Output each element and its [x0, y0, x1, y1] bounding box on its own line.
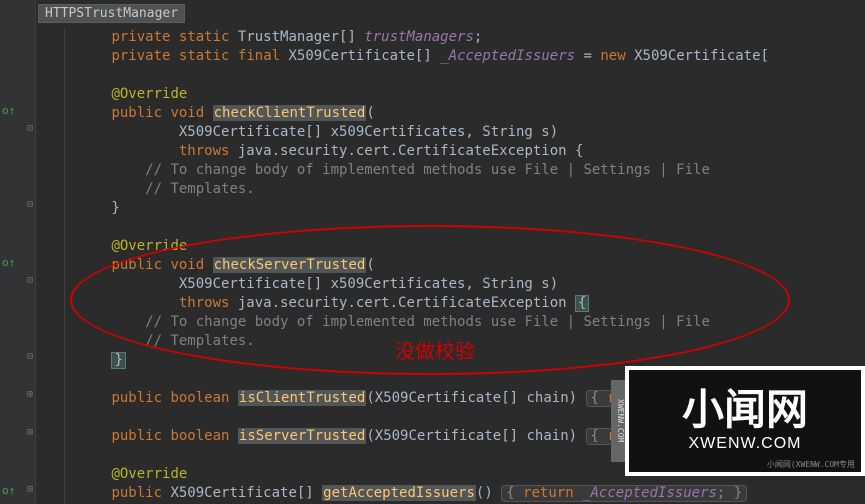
code-line[interactable]: [44, 370, 865, 389]
code-line[interactable]: @Override: [44, 85, 865, 104]
code-line[interactable]: // Templates.: [44, 332, 865, 351]
code-line[interactable]: public void checkServerTrusted(: [44, 256, 865, 275]
code-line[interactable]: // To change body of implemented methods…: [44, 161, 865, 180]
code-line[interactable]: [44, 408, 865, 427]
code-line[interactable]: throws java.security.cert.CertificateExc…: [44, 142, 865, 161]
code-line[interactable]: public boolean isServerTrusted(X509Certi…: [44, 427, 865, 446]
code-line[interactable]: X509Certificate[] x509Certificates, Stri…: [44, 123, 865, 142]
code-line[interactable]: private static TrustManager[] trustManag…: [44, 28, 865, 47]
code-line[interactable]: [44, 66, 865, 85]
collapse-icon[interactable]: ⊟: [27, 199, 33, 210]
code-line[interactable]: @Override: [44, 237, 865, 256]
expand-icon[interactable]: ⊞: [27, 427, 33, 438]
code-line[interactable]: }: [44, 351, 865, 370]
breadcrumb[interactable]: HTTPSTrustManager: [38, 4, 185, 23]
code-area[interactable]: private static TrustManager[] trustManag…: [36, 0, 865, 504]
editor-container: o↑ o↑ o↑ ⊟ ⊟ ⊟ ⊟ ⊞ ⊞ ⊞ private static TrustManage…: [0, 0, 865, 504]
code-line[interactable]: @Override: [44, 465, 865, 484]
code-line[interactable]: X509Certificate[] x509Certificates, Stri…: [44, 275, 865, 294]
override-marker-icon[interactable]: o↑: [2, 104, 15, 117]
override-marker-icon[interactable]: o↑: [2, 484, 15, 497]
collapse-icon[interactable]: ⊟: [27, 351, 33, 362]
override-marker-icon[interactable]: o↑: [2, 256, 15, 269]
code-line[interactable]: public X509Certificate[] getAcceptedIssu…: [44, 484, 865, 503]
code-line[interactable]: [44, 446, 865, 465]
code-line[interactable]: }: [44, 199, 865, 218]
expand-icon[interactable]: ⊞: [27, 389, 33, 400]
gutter: o↑ o↑ o↑ ⊟ ⊟ ⊟ ⊟ ⊞ ⊞ ⊞: [0, 0, 36, 504]
code-line[interactable]: public void checkClientTrusted(: [44, 104, 865, 123]
collapse-icon[interactable]: ⊟: [27, 275, 33, 286]
collapse-icon[interactable]: ⊟: [27, 123, 33, 134]
expand-icon[interactable]: ⊞: [27, 484, 33, 495]
code-line[interactable]: // To change body of implemented methods…: [44, 313, 865, 332]
code-line[interactable]: throws java.security.cert.CertificateExc…: [44, 294, 865, 313]
code-line[interactable]: public boolean isClientTrusted(X509Certi…: [44, 389, 865, 408]
code-line[interactable]: private static final X509Certificate[] _…: [44, 47, 865, 66]
code-line[interactable]: [44, 218, 865, 237]
code-line[interactable]: // Templates.: [44, 180, 865, 199]
